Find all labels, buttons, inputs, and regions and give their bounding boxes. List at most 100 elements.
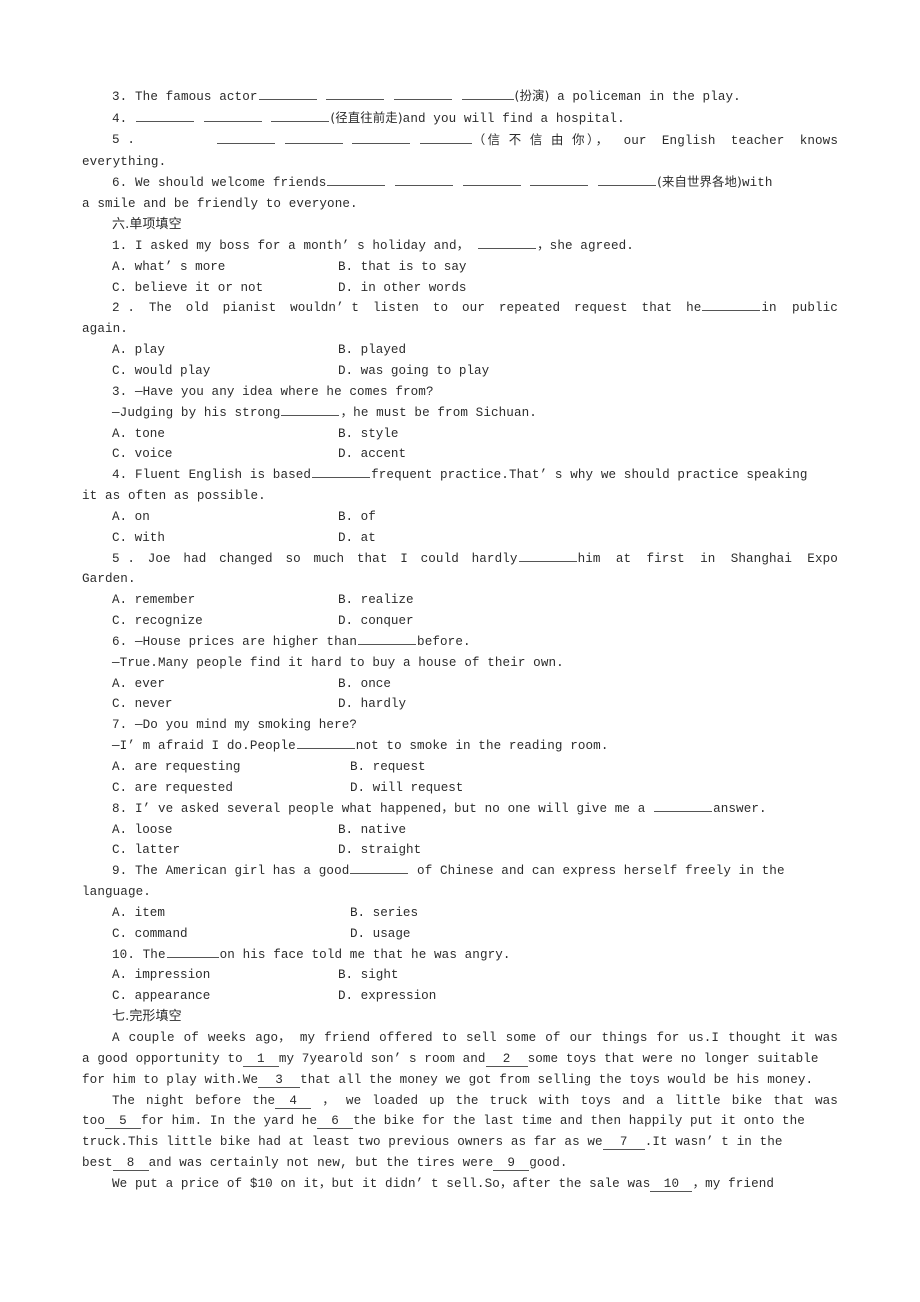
question-3-stem-line1: 3. —Have you any idea where he comes fro… [112,384,434,399]
blank-underline[interactable] [166,946,219,958]
option-c[interactable]: C. latter [112,840,338,861]
blank-underline[interactable] [477,237,536,249]
cloze-blank-6[interactable]: 6 [317,1115,354,1130]
q2-w0: 2 . [112,301,135,316]
p1l1-w6: friend [324,1030,371,1045]
option-c[interactable]: C. voice [112,444,338,465]
item-5-wrap: everything. [82,154,167,169]
p3l1-b: ，my friend [692,1176,775,1191]
blank-underline[interactable] [462,174,521,187]
cloze-blank-8[interactable]: 8 [112,1157,149,1172]
cloze-blank-5[interactable]: 5 [104,1115,141,1130]
option-d[interactable]: D. in other words [338,278,466,299]
option-b[interactable]: B. once [338,674,391,695]
blank-underline[interactable] [598,174,657,187]
question-2-options-row-2: C. would play D. was going to play [82,361,838,382]
blank-underline[interactable] [326,88,385,100]
blank-underline[interactable] [702,299,761,312]
q9-stem-b: of Chinese and can express herself freel… [409,864,785,879]
option-c[interactable]: C. believe it or not [112,278,338,299]
option-b[interactable]: B. series [350,903,418,924]
p2l3-b: .It wasn’ t in the [644,1135,783,1150]
option-c[interactable]: C. never [112,694,338,715]
cloze-blank-4[interactable]: 4 [275,1094,312,1109]
option-a[interactable]: A. play [112,340,338,361]
blank-underline[interactable] [216,132,275,144]
p2l1-t10: little [674,1093,721,1108]
option-d[interactable]: D. at [338,528,376,549]
question-8-options-row-2: C. latter D. straight [82,840,838,861]
blank-underline[interactable] [352,132,411,144]
option-b[interactable]: B. sight [338,965,398,986]
option-c[interactable]: C. are requested [112,778,350,799]
cloze-p2-line1: The night before the 4 ， we loaded up the… [82,1091,838,1112]
blank-underline[interactable] [530,174,589,187]
blank-underline[interactable] [312,466,371,479]
p2l2-c: the bike for the last time and then happ… [353,1114,805,1129]
option-a[interactable]: A. what’ s more [112,257,338,278]
blank-underline[interactable] [284,132,343,144]
p1l2-a: a good opportunity to [82,1051,243,1066]
p2l1-w3: the [252,1093,276,1108]
option-a[interactable]: A. are requesting [112,757,350,778]
blank-underline[interactable] [136,110,194,122]
option-b[interactable]: B. played [338,340,406,361]
cloze-p2-line4: best 8 and was certainly not new, but the … [82,1153,838,1174]
option-d[interactable]: D. accent [338,444,406,465]
q2-w7: our [462,301,485,316]
option-a[interactable]: A. on [112,507,338,528]
option-a[interactable]: A. remember [112,590,338,611]
blank-underline[interactable] [258,88,317,100]
blank-underline[interactable] [203,110,262,122]
option-d[interactable]: D. was going to play [338,361,489,382]
option-b[interactable]: B. style [338,424,398,445]
blank-underline[interactable] [358,633,417,645]
blank-underline[interactable] [281,404,340,416]
cloze-blank-9[interactable]: 9 [493,1157,530,1172]
option-c[interactable]: C. would play [112,361,338,382]
blank-underline[interactable] [395,174,454,187]
cloze-blank-1[interactable]: 1 [242,1052,279,1067]
cloze-blank-2[interactable]: 2 [485,1052,528,1067]
option-c[interactable]: C. with [112,528,338,549]
option-d[interactable]: D. expression [338,986,436,1007]
question-2-wrap: again. [82,322,128,337]
item-6-after: with [741,176,773,191]
blank-underline[interactable] [419,132,472,144]
q4-stem-b: frequent practice.That’ s why we should … [371,468,808,483]
cloze-blank-10[interactable]: 10 [650,1177,693,1192]
option-d[interactable]: D. straight [338,840,421,861]
cloze-blank-3[interactable]: 3 [258,1073,301,1088]
question-9-stem: 9. The American girl has a good of Chine… [82,861,838,882]
option-d[interactable]: D. usage [350,924,410,945]
option-a[interactable]: A. ever [112,674,338,695]
blank-underline[interactable] [271,110,330,122]
question-7-options-row-1: A. are requesting B. request [82,757,838,778]
item-5-number: 5 . [112,132,135,147]
option-c[interactable]: C. appearance [112,986,338,1007]
blank-underline[interactable] [393,88,452,100]
option-c[interactable]: C. recognize [112,611,338,632]
blank-underline[interactable] [296,737,355,750]
blank-underline[interactable] [350,862,409,875]
option-b[interactable]: B. native [338,820,406,841]
option-a[interactable]: A. impression [112,965,338,986]
option-c[interactable]: C. command [112,924,350,945]
blank-underline[interactable] [518,550,577,562]
option-b[interactable]: B. that is to say [338,257,466,278]
blank-underline[interactable] [327,174,386,187]
option-d[interactable]: D. will request [350,778,463,799]
cloze-p1-line3: for him to play with.We 3 that all the mon… [82,1070,838,1091]
blank-underline[interactable] [461,88,514,100]
blank-underline[interactable] [654,800,713,812]
option-a[interactable]: A. item [112,903,350,924]
option-b[interactable]: B. of [338,507,376,528]
option-d[interactable]: D. hardly [338,694,406,715]
p1l1-w12: our [569,1030,593,1045]
option-a[interactable]: A. loose [112,820,338,841]
cloze-blank-7[interactable]: 7 [602,1136,645,1151]
option-b[interactable]: B. request [350,757,426,778]
option-d[interactable]: D. conquer [338,611,414,632]
option-b[interactable]: B. realize [338,590,414,611]
option-a[interactable]: A. tone [112,424,338,445]
